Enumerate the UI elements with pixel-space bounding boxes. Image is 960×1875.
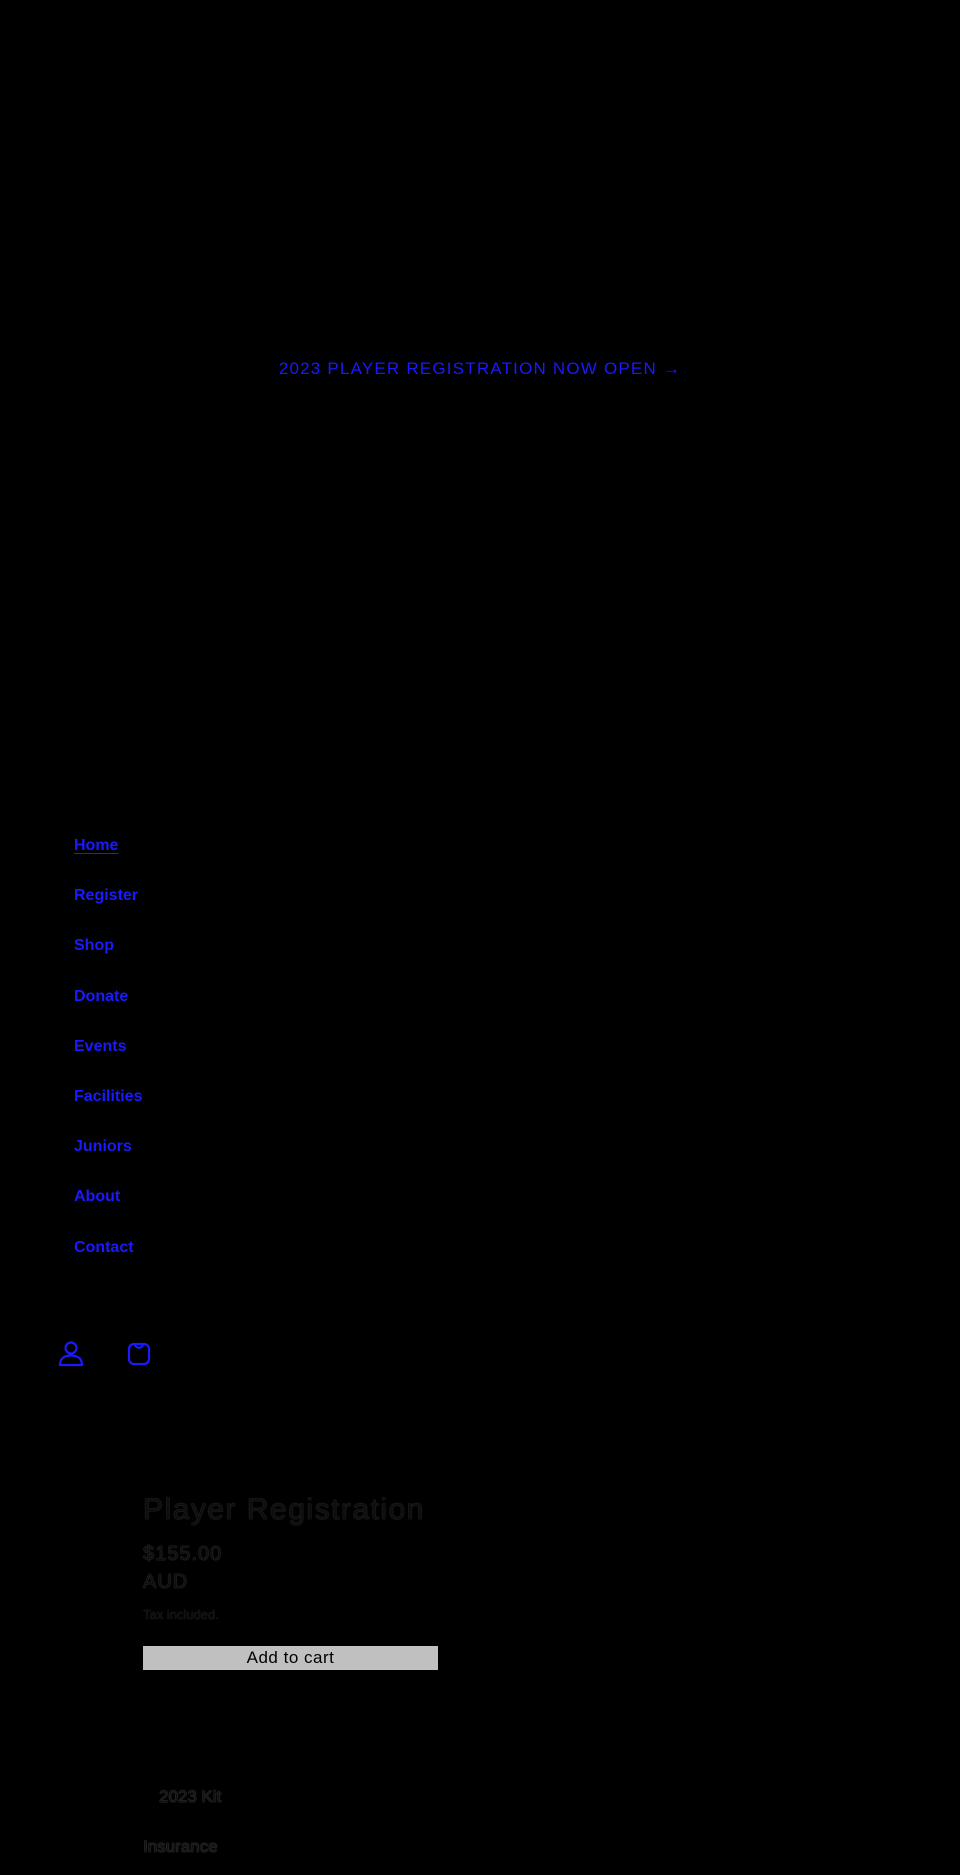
cart-button[interactable]: [124, 1338, 154, 1368]
nav-link-register[interactable]: Register: [74, 886, 138, 906]
product-info: Player Registration $155.00 AUD Tax incl…: [143, 1490, 443, 1670]
nav-link-events[interactable]: Events: [74, 1037, 126, 1057]
product-price: $155.00 AUD: [143, 1540, 443, 1596]
announcement-text: 2023 PLAYER REGISTRATION NOW OPEN: [278, 359, 657, 378]
announcement-link[interactable]: 2023 PLAYER REGISTRATION NOW OPEN →: [0, 359, 960, 379]
product-title: Player Registration: [143, 1493, 425, 1526]
account-button[interactable]: [56, 1338, 86, 1368]
nav-link-about[interactable]: About: [74, 1187, 120, 1207]
nav-item: About: [74, 1187, 142, 1237]
nav-item: Shop: [74, 936, 142, 986]
add-to-cart-button[interactable]: Add to cart: [143, 1646, 438, 1670]
tax-note: Tax included.: [143, 1607, 219, 1622]
option-kit-label[interactable]: 2023 Kit: [159, 1787, 221, 1807]
cart-icon: [127, 1342, 151, 1366]
account-icon: [58, 1341, 84, 1367]
nav-item: Contact: [74, 1238, 142, 1288]
nav-link-facilities[interactable]: Facilities: [74, 1087, 142, 1107]
nav-link-juniors[interactable]: Juniors: [74, 1137, 132, 1157]
main-nav: Home Register Shop Donate Events Facilit…: [74, 836, 142, 1288]
nav-link-shop[interactable]: Shop: [74, 936, 114, 956]
nav-link-contact[interactable]: Contact: [74, 1238, 134, 1258]
nav-item: Events: [74, 1037, 142, 1087]
nav-link-donate[interactable]: Donate: [74, 987, 128, 1007]
nav-item: Home: [74, 836, 142, 886]
arrow-right-icon: →: [662, 359, 682, 378]
option-insurance-label[interactable]: Insurance: [143, 1837, 218, 1857]
price-currency: AUD: [143, 1571, 189, 1593]
price-amount: $155.00: [143, 1543, 223, 1565]
nav-link-home[interactable]: Home: [74, 836, 118, 856]
nav-item: Register: [74, 886, 142, 936]
nav-item: Donate: [74, 987, 142, 1037]
nav-item: Juniors: [74, 1137, 142, 1187]
nav-item: Facilities: [74, 1087, 142, 1137]
